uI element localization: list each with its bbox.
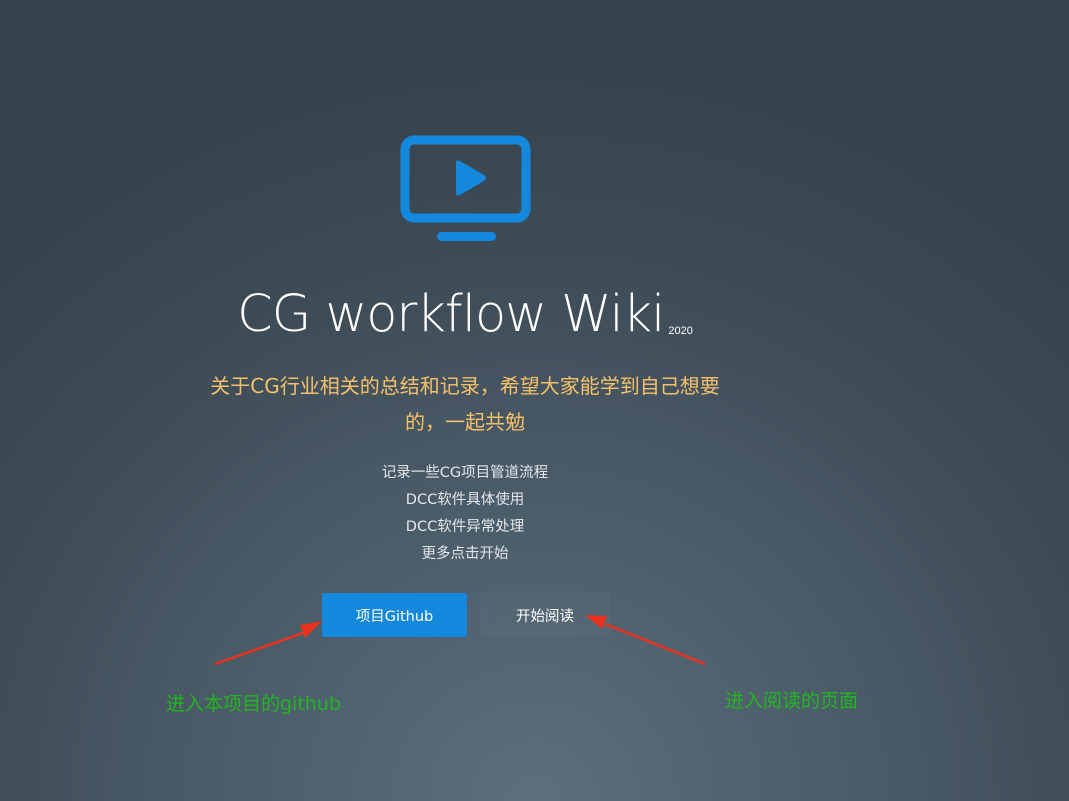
title-text: CG workflow Wiki <box>237 285 665 344</box>
annotation-github: 进入本项目的github <box>166 693 341 715</box>
page-title: CG workflow Wiki 2020 <box>0 280 930 350</box>
arrow-to-github-button <box>214 621 322 666</box>
annotation-read: 进入阅读的页面 <box>725 690 859 712</box>
tagline-line: 关于CG行业相关的总结和记录，希望大家能学到自己想要 <box>210 374 720 398</box>
start-reading-button-label: 开始阅读 <box>516 608 574 625</box>
github-button-label: 项目Github <box>355 608 434 625</box>
feature-list: 记录一些CG项目管道流程 DCC软件具体使用 DCC软件异常处理 更多点击开始 <box>315 460 615 568</box>
tagline: 关于CG行业相关的总结和记录，希望大家能学到自己想要 的，一起共勉 <box>180 368 750 440</box>
title-year: 2020 <box>668 325 693 337</box>
feature-item: DCC软件具体使用 <box>405 492 525 508</box>
feature-item: 记录一些CG项目管道流程 <box>381 465 549 481</box>
tv-play-icon <box>400 135 531 241</box>
feature-item: DCC软件异常处理 <box>405 519 525 535</box>
tagline-line: 的，一起共勉 <box>405 410 525 434</box>
start-reading-button[interactable]: 开始阅读 <box>480 593 610 637</box>
feature-item: 更多点击开始 <box>421 546 509 562</box>
github-button[interactable]: 项目Github <box>322 593 467 637</box>
